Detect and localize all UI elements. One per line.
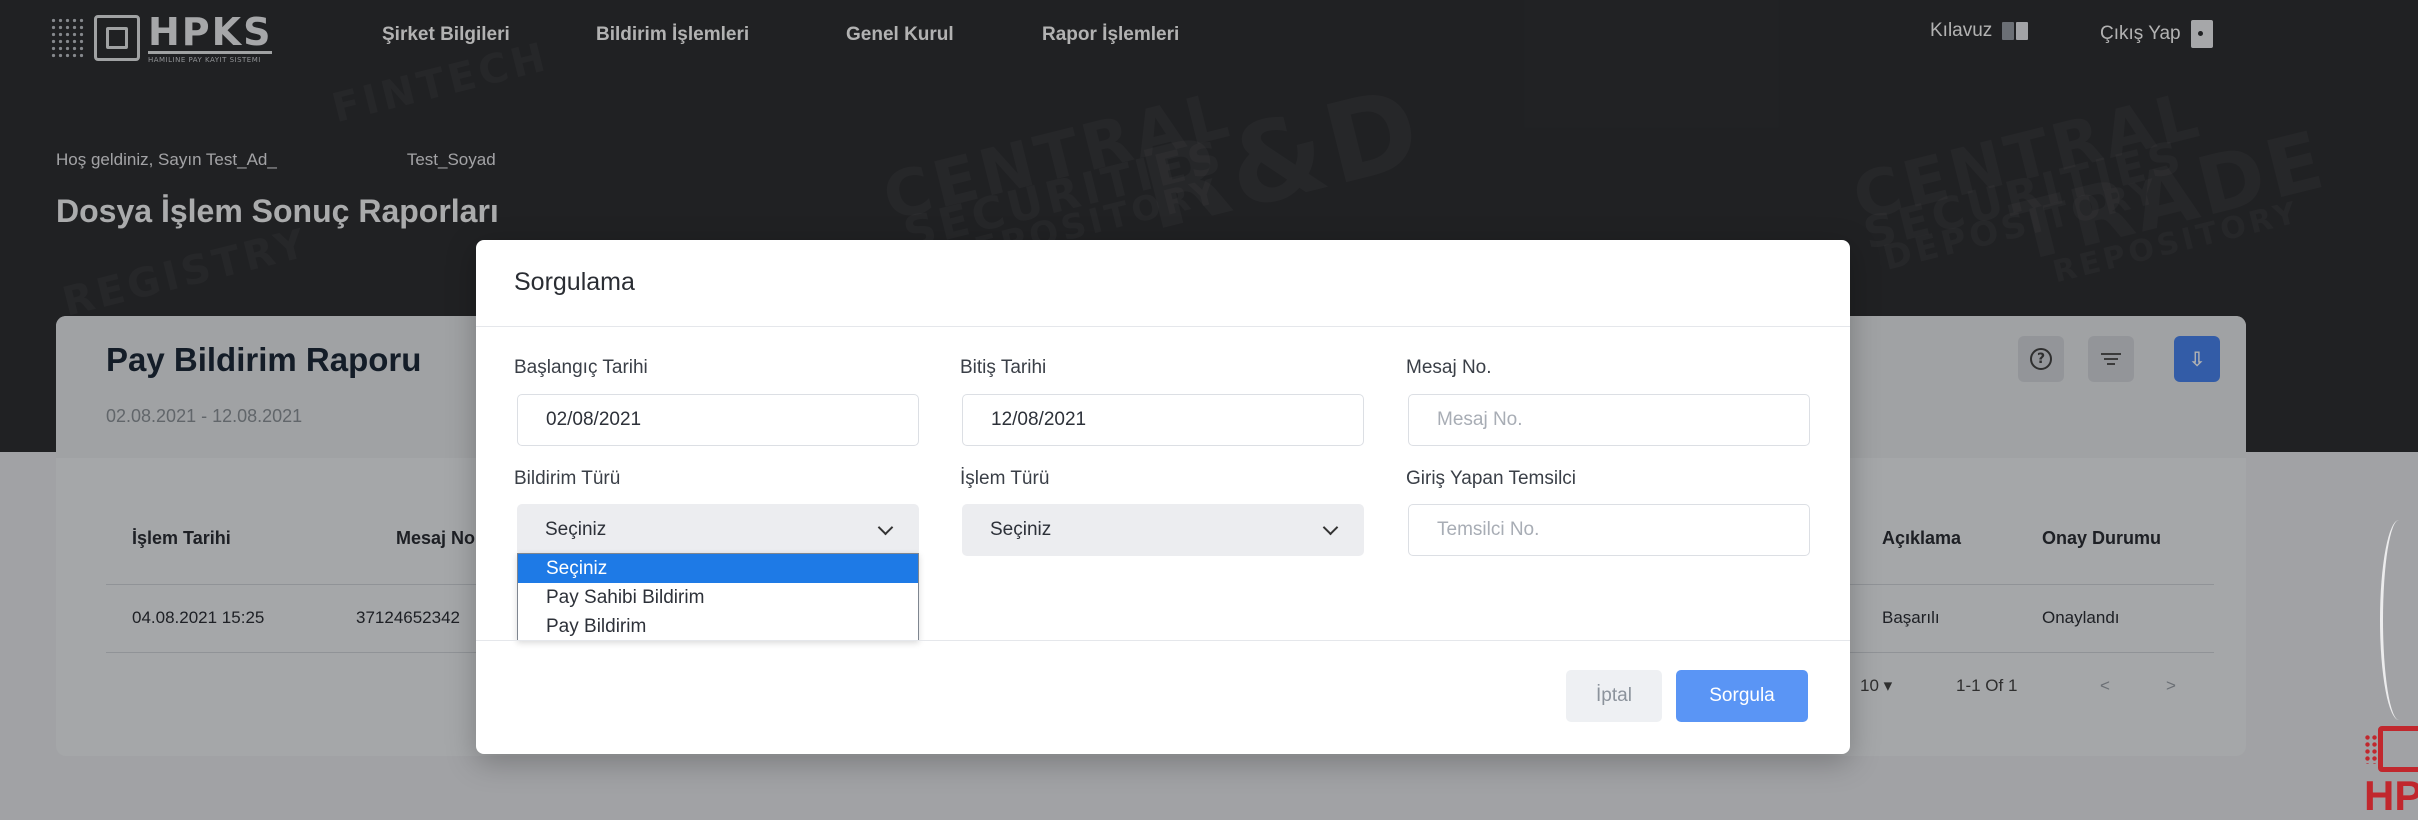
chevron-down-icon [877, 519, 894, 535]
cancel-button[interactable]: İptal [1566, 670, 1662, 722]
representative-label: Giriş Yapan Temsilci [1406, 468, 1577, 489]
decorative-curve [2380, 520, 2418, 720]
query-modal: Sorgulama Başlangıç Tarihi Bitiş Tarihi … [476, 240, 1850, 754]
query-button[interactable]: Sorgula [1676, 670, 1808, 722]
modal-footer-divider [476, 640, 1850, 641]
notification-type-dropdown: Seçiniz Pay Sahibi Bildirim Pay Bildirim [517, 553, 919, 641]
transaction-type-value: Seçiniz [990, 519, 1052, 540]
transaction-type-select[interactable]: Seçiniz [962, 504, 1364, 556]
end-date-label: Bitiş Tarihi [960, 357, 1047, 378]
representative-input[interactable] [1408, 504, 1810, 556]
corner-hpks-logo: HP [2364, 726, 2418, 820]
chevron-down-icon [1322, 519, 1339, 535]
modal-title: Sorgulama [514, 268, 635, 296]
dropdown-option-shareholder-notification[interactable]: Pay Sahibi Bildirim [518, 583, 918, 612]
logo-box-icon [2378, 726, 2418, 772]
dropdown-option-share-notification[interactable]: Pay Bildirim [518, 612, 918, 641]
logo-dots-icon [2364, 734, 2378, 764]
start-date-input[interactable] [517, 394, 919, 446]
message-no-label: Mesaj No. [1406, 357, 1492, 378]
dropdown-option-select[interactable]: Seçiniz [518, 554, 918, 583]
corner-logo-text: HP [2364, 772, 2418, 819]
end-date-input[interactable] [962, 394, 1364, 446]
notification-type-label: Bildirim Türü [514, 468, 621, 489]
modal-divider [476, 326, 1850, 327]
notification-type-value: Seçiniz [545, 519, 607, 540]
transaction-type-label: İşlem Türü [960, 468, 1050, 489]
start-date-label: Başlangıç Tarihi [514, 357, 648, 378]
notification-type-select[interactable]: Seçiniz [517, 504, 919, 556]
message-no-input[interactable] [1408, 394, 1810, 446]
